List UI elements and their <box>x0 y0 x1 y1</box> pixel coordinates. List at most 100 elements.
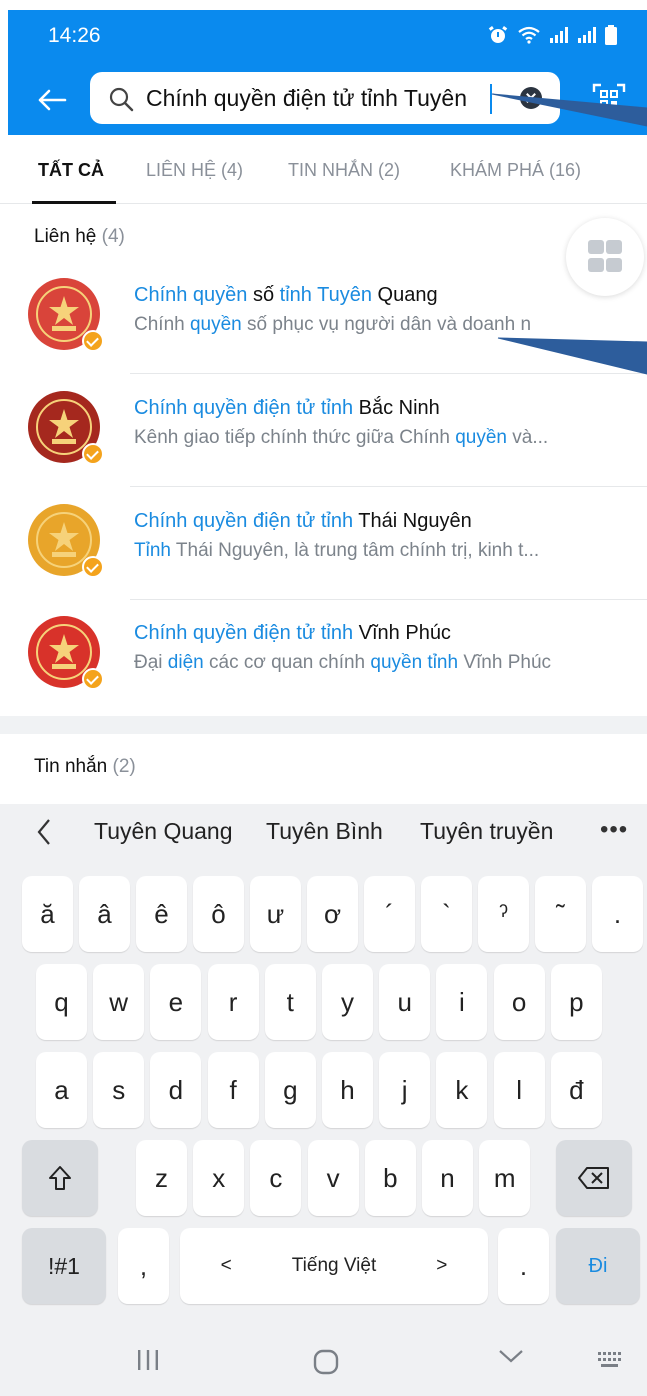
tab-messages[interactable]: TIN NHẮN (2) <box>288 160 400 181</box>
contact-name: Chính quyền điện tử tỉnh Vĩnh Phúc <box>134 622 451 644</box>
text-caret <box>490 84 492 114</box>
signal-icon-2 <box>578 27 596 43</box>
key-g[interactable]: g <box>264 1052 316 1128</box>
key-v[interactable]: v <box>307 1140 359 1216</box>
signal-icon-1 <box>550 27 568 43</box>
key-x[interactable]: x <box>193 1140 245 1216</box>
messages-section-label: Tin nhắn <box>34 756 108 777</box>
contact-result[interactable]: Chính quyền điện tử tỉnh Vĩnh Phúc Đại di… <box>0 600 647 712</box>
search-input[interactable] <box>146 81 506 115</box>
key-o[interactable]: o <box>493 964 545 1040</box>
hide-keyboard-button[interactable] <box>498 1348 524 1369</box>
key-i[interactable]: i <box>436 964 488 1040</box>
key-6[interactable]: ´ <box>364 876 415 952</box>
language-right-icon: > <box>436 1255 448 1276</box>
key-f[interactable]: f <box>207 1052 259 1128</box>
key-3[interactable]: ô <box>193 876 244 952</box>
backspace-key[interactable] <box>556 1140 632 1216</box>
key-e[interactable]: e <box>150 964 202 1040</box>
key-s[interactable]: s <box>93 1052 145 1128</box>
chevron-down-icon <box>499 1350 523 1363</box>
key-period[interactable]: . <box>498 1228 549 1304</box>
key-comma[interactable]: , <box>118 1228 169 1304</box>
language-left-icon: < <box>220 1255 232 1276</box>
suggestion-1[interactable]: Tuyên Quang <box>94 818 233 845</box>
recent-apps-icon <box>138 1350 158 1370</box>
key-10[interactable]: . <box>592 876 643 952</box>
back-button[interactable] <box>34 82 70 118</box>
symbols-key[interactable]: !#1 <box>22 1228 106 1304</box>
key-j[interactable]: j <box>379 1052 431 1128</box>
qr-code-icon <box>592 83 626 115</box>
row-divider <box>130 373 647 374</box>
key-đ[interactable]: đ <box>550 1052 602 1128</box>
chevron-left-icon <box>37 819 50 845</box>
keyboard: Tuyên Quang Tuyên Bình Tuyên truyền ••• … <box>0 804 647 1396</box>
key-1[interactable]: â <box>79 876 130 952</box>
tab-contacts[interactable]: LIÊN HỆ (4) <box>146 160 243 181</box>
contacts-section-label: Liên hệ <box>34 226 97 247</box>
tab-all[interactable]: TẤT CẢ <box>38 160 104 181</box>
go-key[interactable]: Đi <box>556 1228 640 1304</box>
verified-badge-icon <box>82 668 104 690</box>
key-k[interactable]: k <box>436 1052 488 1128</box>
contact-result[interactable]: Chính quyền điện tử tỉnh Thái Nguyên Tỉnh… <box>0 488 647 600</box>
home-icon <box>313 1349 339 1375</box>
key-d[interactable]: d <box>150 1052 202 1128</box>
contact-result[interactable]: Chính quyền số tỉnh Tuyên Quang Chính quy… <box>0 262 647 374</box>
search-tabs: TẤT CẢ LIÊN HỆ (4) TIN NHẮN (2) KHÁM PHÁ… <box>0 136 647 204</box>
key-u[interactable]: u <box>379 964 431 1040</box>
suggestion-more-button[interactable]: ••• <box>600 816 628 844</box>
key-z[interactable]: z <box>136 1140 187 1216</box>
clear-search-button[interactable] <box>520 87 542 109</box>
contact-description: Đại diện các cơ quan chính quyền tỉnh Vĩ… <box>134 652 552 673</box>
messages-section-count: (2) <box>112 756 136 777</box>
contact-description: Kênh giao tiếp chính thức giữa Chính quy… <box>134 427 549 448</box>
space-label: Tiếng Việt <box>291 1255 377 1276</box>
key-t[interactable]: t <box>264 964 316 1040</box>
qr-scan-button[interactable] <box>592 82 626 116</box>
app-header: 14:26 <box>8 10 647 135</box>
key-n[interactable]: n <box>422 1140 473 1216</box>
shift-key[interactable] <box>22 1140 98 1216</box>
key-h[interactable]: h <box>322 1052 373 1128</box>
key-y[interactable]: y <box>322 964 373 1040</box>
key-q[interactable]: q <box>36 964 87 1040</box>
key-b[interactable]: b <box>364 1140 416 1216</box>
contact-name: Chính quyền số tỉnh Tuyên Quang <box>134 284 438 306</box>
key-9[interactable]: ˜ <box>535 876 586 952</box>
suggestion-2[interactable]: Tuyên Bình <box>266 818 383 845</box>
key-4[interactable]: ư <box>250 876 301 952</box>
key-c[interactable]: c <box>250 1140 302 1216</box>
recent-apps-button[interactable] <box>136 1348 160 1377</box>
section-divider <box>0 716 647 734</box>
key-8[interactable]: ˀ <box>478 876 529 952</box>
verified-badge-icon <box>82 443 104 465</box>
suggestion-3[interactable]: Tuyên truyền <box>420 818 553 845</box>
key-m[interactable]: m <box>479 1140 531 1216</box>
key-p[interactable]: p <box>550 964 602 1040</box>
key-r[interactable]: r <box>207 964 259 1040</box>
tab-explore[interactable]: KHÁM PHÁ (16) <box>450 160 581 181</box>
key-5[interactable]: ơ <box>307 876 358 952</box>
home-button[interactable] <box>312 1348 340 1381</box>
backspace-icon <box>578 1167 609 1189</box>
status-time: 14:26 <box>48 24 101 47</box>
status-icons <box>487 24 617 46</box>
key-a[interactable]: a <box>36 1052 87 1128</box>
key-7[interactable]: ` <box>421 876 472 952</box>
back-arrow-icon <box>38 89 67 111</box>
contacts-section-count: (4) <box>101 226 125 247</box>
key-l[interactable]: l <box>493 1052 545 1128</box>
key-0[interactable]: ă <box>22 876 73 952</box>
active-tab-indicator <box>32 201 116 204</box>
shift-icon <box>49 1166 71 1190</box>
contact-name: Chính quyền điện tử tỉnh Thái Nguyên <box>134 510 472 532</box>
key-2[interactable]: ê <box>136 876 187 952</box>
verified-badge-icon <box>82 556 104 578</box>
contact-result[interactable]: Chính quyền điện tử tỉnh Bắc Ninh Kênh gi… <box>0 375 647 487</box>
space-key[interactable]: < Tiếng Việt > <box>180 1228 488 1304</box>
key-w[interactable]: w <box>93 964 145 1040</box>
keyboard-switch-button[interactable] <box>596 1348 624 1375</box>
suggestion-collapse-button[interactable] <box>36 818 52 853</box>
